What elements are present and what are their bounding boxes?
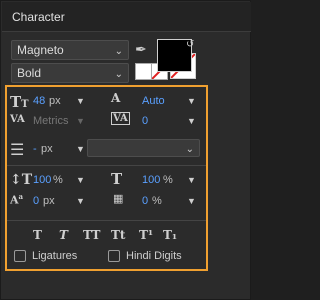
small-caps-button[interactable]: Tt <box>111 228 125 242</box>
tsume-unit: % <box>152 195 162 207</box>
stroke-width-icon: ☰ <box>10 142 25 159</box>
superscript-button[interactable]: T¹ <box>139 228 153 242</box>
vertical-scale-value[interactable]: 100 <box>33 174 51 186</box>
font-size-unit: px <box>49 95 61 107</box>
baseline-shift-unit: px <box>43 195 55 207</box>
font-family-value: Magneto <box>17 43 64 57</box>
all-caps-button[interactable]: TT <box>83 228 100 242</box>
stroke-width-value[interactable]: - <box>33 143 37 155</box>
font-size-dropdown-arrow[interactable]: ▼ <box>76 96 85 106</box>
ligatures-label: Ligatures <box>32 250 78 262</box>
stroke-type-dropdown[interactable]: ⌄ <box>87 139 200 157</box>
font-size-value[interactable]: 48 <box>33 95 45 107</box>
divider <box>7 165 206 166</box>
chevron-down-icon: ⌄ <box>114 46 123 57</box>
divider <box>7 220 206 221</box>
swap-colors-icon[interactable]: ↺ <box>186 39 194 50</box>
leading-dropdown-arrow[interactable]: ▼ <box>187 96 196 106</box>
horizontal-scale-unit: % <box>163 174 173 186</box>
tracking-value[interactable]: 0 <box>142 115 148 127</box>
horizontal-scale-dropdown-arrow[interactable]: ▼ <box>187 175 196 185</box>
stroke-width-unit: px <box>41 143 53 155</box>
vertical-scale-icon: ↕T <box>10 172 33 188</box>
leading-icon: A <box>111 91 121 105</box>
tracking-icon: VA <box>111 112 130 125</box>
tsume-icon: ▦ <box>113 192 124 205</box>
subscript-button[interactable]: T₁ <box>163 228 177 242</box>
horizontal-scale-value[interactable]: 100 <box>142 174 160 186</box>
font-style-dropdown[interactable]: Bold ⌄ <box>11 63 129 83</box>
tracking-dropdown-arrow[interactable]: ▼ <box>187 116 196 126</box>
vertical-scale-unit: % <box>53 174 63 186</box>
font-style-value: Bold <box>17 66 42 80</box>
baseline-shift-dropdown-arrow[interactable]: ▼ <box>76 196 85 206</box>
horizontal-scale-icon: T <box>111 170 123 188</box>
faux-bold-button[interactable]: T <box>33 228 42 242</box>
chevron-down-icon: ⌄ <box>114 69 123 80</box>
tsume-dropdown-arrow[interactable]: ▼ <box>187 196 196 206</box>
character-panel: Character Magneto ⌄ ✒ Bold ⌄ ↺ TT 48 px … <box>0 0 251 300</box>
leading-value[interactable]: Auto <box>142 95 165 107</box>
panel-header: Character <box>2 2 251 32</box>
panel-title: Character <box>12 10 65 24</box>
chevron-down-icon: ⌄ <box>185 144 194 155</box>
kerning-value[interactable]: Metrics <box>33 115 68 127</box>
hindi-digits-checkbox[interactable] <box>108 250 120 262</box>
tsume-value[interactable]: 0 <box>142 195 148 207</box>
font-size-icon: TT <box>10 93 29 111</box>
baseline-shift-value[interactable]: 0 <box>33 195 39 207</box>
ligatures-checkbox[interactable] <box>14 250 26 262</box>
baseline-shift-icon: Aa <box>10 192 24 207</box>
hindi-digits-label: Hindi Digits <box>126 250 182 262</box>
font-family-dropdown[interactable]: Magneto ⌄ <box>11 40 129 60</box>
stroke-width-dropdown-arrow[interactable]: ▼ <box>76 144 85 154</box>
kerning-dropdown-arrow[interactable]: ▼ <box>76 116 85 126</box>
faux-italic-button[interactable]: T <box>59 228 68 242</box>
kerning-icon: VA <box>10 114 25 125</box>
vertical-scale-dropdown-arrow[interactable]: ▼ <box>76 175 85 185</box>
default-colors-icon[interactable] <box>135 63 152 80</box>
eyedropper-icon[interactable]: ✒ <box>135 41 147 58</box>
